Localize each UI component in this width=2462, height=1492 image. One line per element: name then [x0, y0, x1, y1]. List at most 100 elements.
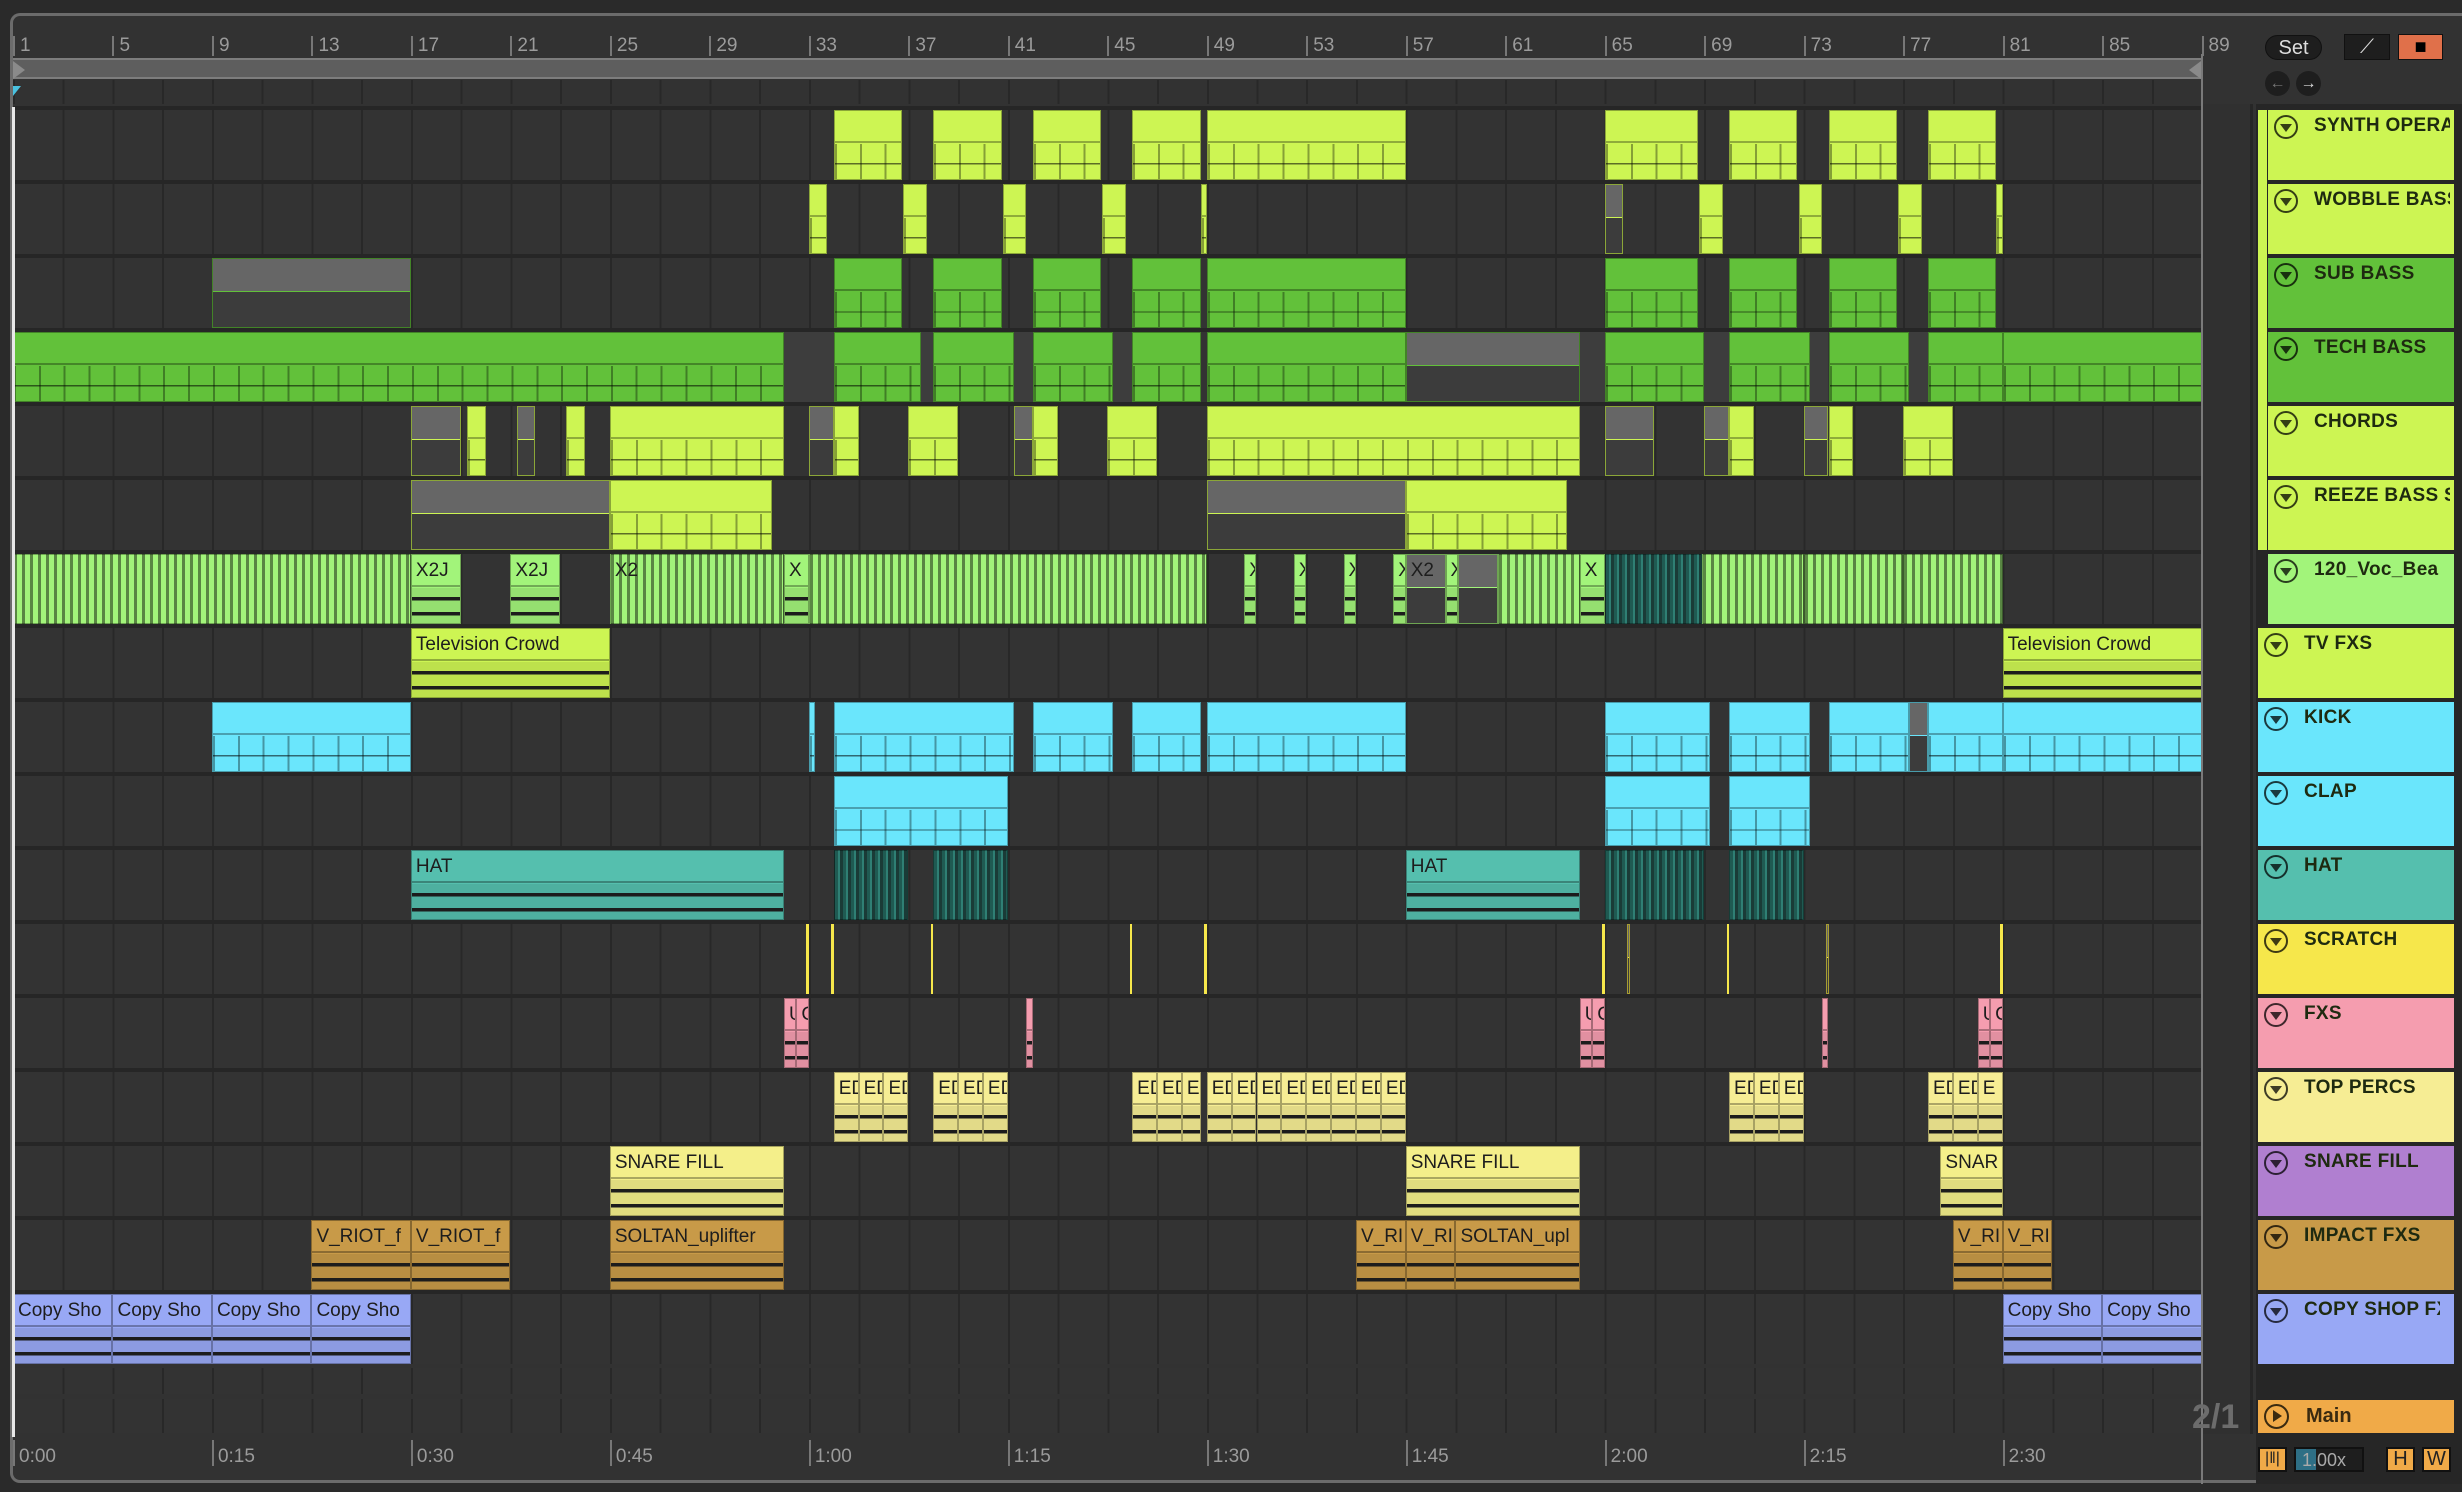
clip[interactable]	[13, 554, 411, 624]
clip[interactable]: Copy Sho	[13, 1294, 113, 1364]
clip[interactable]: HAT	[410, 850, 784, 920]
clip[interactable]	[1206, 110, 1406, 180]
track-lane[interactable]: Television Crowd Television Crowd	[13, 628, 2203, 698]
clip[interactable]	[1102, 184, 1126, 254]
track-lane[interactable]	[13, 480, 2203, 550]
track-header[interactable]: REEZE BASS S	[2268, 480, 2454, 550]
clip[interactable]: ED	[958, 1072, 983, 1142]
set-button[interactable]: Set	[2265, 35, 2322, 60]
clip[interactable]: V_RI	[1952, 1220, 2003, 1290]
track-header[interactable]: WOBBLE BASS	[2268, 184, 2454, 254]
clip[interactable]: C	[1990, 998, 2003, 1068]
clip[interactable]: SNAR	[1940, 1146, 2003, 1216]
clip[interactable]: E	[1977, 1072, 2003, 1142]
clip[interactable]	[808, 184, 828, 254]
clip[interactable]: V_RI	[1355, 1220, 1406, 1290]
fold-toggle-icon[interactable]	[2264, 1225, 2288, 1249]
clip[interactable]	[833, 258, 903, 328]
locator-lane[interactable]	[13, 80, 2203, 104]
zoom-field[interactable]: 1.00x	[2294, 1447, 2364, 1472]
clip[interactable]	[1200, 184, 1207, 254]
track-header[interactable]: CHORDS	[2268, 406, 2454, 476]
clip[interactable]	[1927, 258, 1997, 328]
clip[interactable]: Copy Sho	[211, 1294, 312, 1364]
h-button[interactable]: H	[2386, 1447, 2415, 1472]
clip[interactable]	[1729, 850, 1804, 920]
clip[interactable]: X2J	[410, 554, 461, 624]
clip[interactable]	[1132, 702, 1201, 772]
clip[interactable]: ED	[1331, 1072, 1356, 1142]
clip[interactable]: X	[1244, 554, 1257, 624]
clip[interactable]	[1206, 702, 1406, 772]
clip[interactable]	[1701, 554, 1804, 624]
clip[interactable]: SNARE FILL	[1405, 1146, 1580, 1216]
clip[interactable]: X	[783, 554, 809, 624]
clip[interactable]	[2002, 332, 2202, 402]
clip[interactable]	[1822, 998, 1829, 1068]
clip[interactable]: ED	[1256, 1072, 1282, 1142]
clip[interactable]	[2002, 702, 2202, 772]
forward-arrow-icon[interactable]: →	[2296, 71, 2321, 96]
clip[interactable]	[1204, 924, 1207, 994]
clip[interactable]: V_RI	[1405, 1220, 1456, 1290]
clip[interactable]	[466, 406, 486, 476]
clip[interactable]	[1579, 332, 1605, 402]
clip[interactable]	[1604, 776, 1711, 846]
clip[interactable]	[930, 924, 934, 994]
clip[interactable]	[833, 702, 1014, 772]
track-header[interactable]: SYNTH OPERA	[2268, 110, 2454, 180]
clip[interactable]: Copy Sho	[311, 1294, 411, 1364]
clip[interactable]	[1032, 258, 1102, 328]
track-lane[interactable]	[13, 110, 2203, 180]
clip[interactable]	[211, 258, 411, 328]
clip[interactable]	[1604, 850, 1705, 920]
clip[interactable]: ED	[1952, 1072, 1978, 1142]
track-lane[interactable]: Copy Sho Copy Sho Copy Sho Copy Sho Copy Sho…	[13, 1294, 2203, 1364]
clip[interactable]: Copy Sho	[2002, 1294, 2103, 1364]
clip[interactable]	[566, 406, 585, 476]
clip[interactable]	[833, 406, 859, 476]
clip[interactable]: ED	[1306, 1072, 1332, 1142]
link-icon[interactable]: ⟋	[2344, 34, 2390, 60]
track-header[interactable]: TOP PERCS	[2258, 1072, 2454, 1142]
w-button[interactable]: W	[2422, 1447, 2451, 1472]
loop-brace[interactable]	[13, 58, 2203, 79]
clip[interactable]	[1828, 332, 1910, 402]
fold-toggle-icon[interactable]	[2264, 855, 2288, 879]
clip[interactable]: X	[1579, 554, 1605, 624]
clip[interactable]	[1903, 554, 2003, 624]
clip[interactable]: Television Crowd	[2002, 628, 2202, 698]
fold-toggle-icon[interactable]	[2274, 559, 2298, 583]
fold-toggle-icon[interactable]	[2264, 707, 2288, 731]
clip[interactable]	[1604, 702, 1711, 772]
track-lane[interactable]: EDEDEDEDEDEDEDEDEDEDEDEDEDEDEDEDEDEDEDED…	[13, 1072, 2203, 1142]
clip[interactable]: SOLTAN_upl	[1455, 1220, 1580, 1290]
clip[interactable]	[1726, 924, 1730, 994]
clip[interactable]	[1604, 258, 1698, 328]
clip[interactable]: Copy Sho	[2102, 1294, 2202, 1364]
clip[interactable]: ED	[1778, 1072, 1804, 1142]
clip[interactable]: C	[1592, 998, 1605, 1068]
clip[interactable]: V_RI	[2002, 1220, 2053, 1290]
clip[interactable]: U	[1977, 998, 1991, 1068]
clip[interactable]	[1704, 406, 1730, 476]
track-lane[interactable]: UCUCUC	[13, 998, 2203, 1068]
clip[interactable]	[833, 776, 1008, 846]
fold-toggle-icon[interactable]	[2264, 1003, 2288, 1027]
fold-toggle-icon[interactable]	[2264, 633, 2288, 657]
track-lane[interactable]: HAT HAT	[13, 850, 2203, 920]
fold-toggle-icon[interactable]	[2274, 411, 2298, 435]
clip[interactable]	[920, 332, 934, 402]
clip[interactable]: ED	[1157, 1072, 1182, 1142]
fold-toggle-icon[interactable]	[2264, 929, 2288, 953]
fold-toggle-icon[interactable]	[2264, 1077, 2288, 1101]
clip[interactable]	[1699, 184, 1723, 254]
clip[interactable]	[609, 406, 784, 476]
track-lane[interactable]: SNARE FILL SNARE FILL SNAR	[13, 1146, 2203, 1216]
clip[interactable]: ED	[933, 1072, 959, 1142]
clip[interactable]	[1828, 702, 1910, 772]
clip[interactable]	[808, 406, 834, 476]
track-header[interactable]: SCRATCH	[2258, 924, 2454, 994]
clip[interactable]	[13, 332, 784, 402]
clip[interactable]	[1497, 554, 1580, 624]
